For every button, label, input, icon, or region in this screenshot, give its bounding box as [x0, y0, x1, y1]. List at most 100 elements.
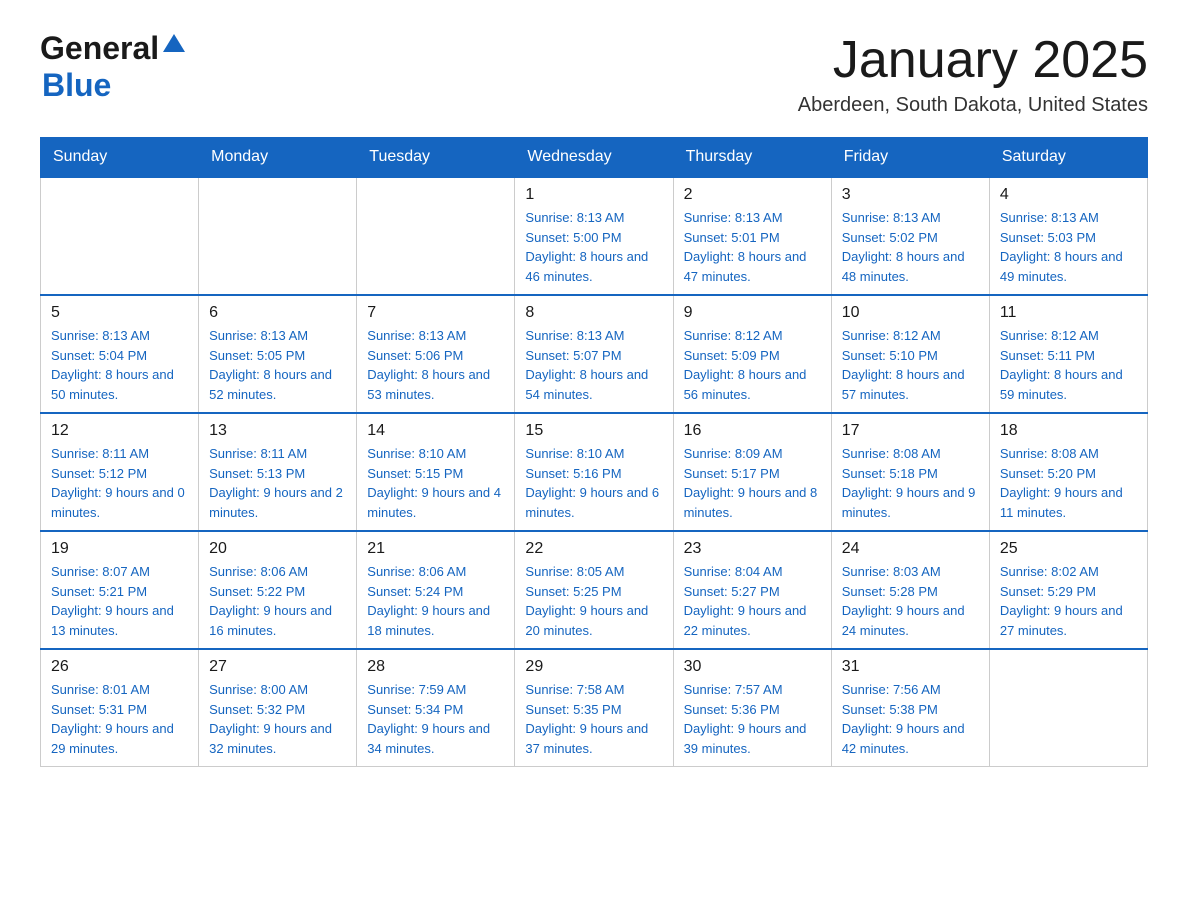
day-info: Sunrise: 8:13 AMSunset: 5:03 PMDaylight:…	[1000, 208, 1137, 286]
day-of-week-header: Monday	[199, 138, 357, 178]
day-number: 26	[51, 658, 188, 676]
day-info: Sunrise: 8:09 AMSunset: 5:17 PMDaylight:…	[684, 444, 821, 522]
day-number: 4	[1000, 186, 1137, 204]
calendar-subtitle: Aberdeen, South Dakota, United States	[798, 94, 1148, 117]
week-row: 12 Sunrise: 8:11 AMSunset: 5:12 PMDayligh…	[41, 413, 1148, 531]
calendar-cell: 7Sunrise: 8:13 AMSunset: 5:06 PMDaylight…	[357, 295, 515, 413]
day-info: Sunrise: 8:01 AMSunset: 5:31 PMDaylight:…	[51, 680, 188, 758]
day-info: Sunrise: 8:13 AMSunset: 5:00 PMDaylight:…	[525, 208, 662, 286]
calendar-cell: 18 Sunrise: 8:08 AMSunset: 5:20 PMDayligh…	[989, 413, 1147, 531]
title-section: January 2025 Aberdeen, South Dakota, Uni…	[798, 30, 1148, 117]
calendar-cell: 31Sunrise: 7:56 AMSunset: 5:38 PMDayligh…	[831, 649, 989, 767]
day-info: Sunrise: 8:10 AMSunset: 5:15 PMDaylight:…	[367, 444, 504, 522]
day-info: Sunrise: 8:06 AMSunset: 5:22 PMDaylight:…	[209, 562, 346, 640]
calendar-cell: 26 Sunrise: 8:01 AMSunset: 5:31 PMDayligh…	[41, 649, 199, 767]
day-info: Sunrise: 8:13 AMSunset: 5:07 PMDaylight:…	[525, 326, 662, 404]
week-row: 1 Sunrise: 8:13 AMSunset: 5:00 PMDaylight…	[41, 177, 1148, 295]
day-number: 20	[209, 540, 346, 558]
calendar-cell: 23 Sunrise: 8:04 AMSunset: 5:27 PMDayligh…	[673, 531, 831, 649]
day-number: 29	[525, 658, 662, 676]
day-info: Sunrise: 7:57 AMSunset: 5:36 PMDaylight:…	[684, 680, 821, 758]
day-info: Sunrise: 8:04 AMSunset: 5:27 PMDaylight:…	[684, 562, 821, 640]
day-info: Sunrise: 8:07 AMSunset: 5:21 PMDaylight:…	[51, 562, 188, 640]
logo-blue-text: Blue	[42, 67, 111, 103]
day-info: Sunrise: 7:59 AMSunset: 5:34 PMDaylight:…	[367, 680, 504, 758]
day-info: Sunrise: 8:13 AMSunset: 5:04 PMDaylight:…	[51, 326, 188, 404]
calendar-cell: 10 Sunrise: 8:12 AMSunset: 5:10 PMDayligh…	[831, 295, 989, 413]
calendar-cell: 2Sunrise: 8:13 AMSunset: 5:01 PMDaylight…	[673, 177, 831, 295]
calendar-header-row: SundayMondayTuesdayWednesdayThursdayFrid…	[41, 138, 1148, 178]
day-info: Sunrise: 8:12 AMSunset: 5:10 PMDaylight:…	[842, 326, 979, 404]
calendar-cell: 20 Sunrise: 8:06 AMSunset: 5:22 PMDayligh…	[199, 531, 357, 649]
week-row: 26 Sunrise: 8:01 AMSunset: 5:31 PMDayligh…	[41, 649, 1148, 767]
logo-general-text: General	[40, 30, 159, 67]
logo-triangle-icon	[163, 34, 185, 52]
calendar-cell: 29 Sunrise: 7:58 AMSunset: 5:35 PMDayligh…	[515, 649, 673, 767]
day-info: Sunrise: 8:11 AMSunset: 5:12 PMDaylight:…	[51, 444, 188, 522]
day-number: 25	[1000, 540, 1137, 558]
day-number: 12	[51, 422, 188, 440]
calendar-cell: 25 Sunrise: 8:02 AMSunset: 5:29 PMDayligh…	[989, 531, 1147, 649]
day-info: Sunrise: 8:12 AMSunset: 5:09 PMDaylight:…	[684, 326, 821, 404]
calendar-cell: 15 Sunrise: 8:10 AMSunset: 5:16 PMDayligh…	[515, 413, 673, 531]
calendar-cell: 12 Sunrise: 8:11 AMSunset: 5:12 PMDayligh…	[41, 413, 199, 531]
day-info: Sunrise: 8:13 AMSunset: 5:05 PMDaylight:…	[209, 326, 346, 404]
day-of-week-header: Tuesday	[357, 138, 515, 178]
day-info: Sunrise: 8:13 AMSunset: 5:01 PMDaylight:…	[684, 208, 821, 286]
day-number: 9	[684, 304, 821, 322]
day-number: 3	[842, 186, 979, 204]
calendar-cell: 5 Sunrise: 8:13 AMSunset: 5:04 PMDaylight…	[41, 295, 199, 413]
calendar-cell: 24 Sunrise: 8:03 AMSunset: 5:28 PMDayligh…	[831, 531, 989, 649]
day-number: 24	[842, 540, 979, 558]
day-number: 28	[367, 658, 504, 676]
calendar-cell: 14 Sunrise: 8:10 AMSunset: 5:15 PMDayligh…	[357, 413, 515, 531]
day-number: 5	[51, 304, 188, 322]
calendar-cell: 1 Sunrise: 8:13 AMSunset: 5:00 PMDaylight…	[515, 177, 673, 295]
day-info: Sunrise: 8:05 AMSunset: 5:25 PMDaylight:…	[525, 562, 662, 640]
day-info: Sunrise: 8:03 AMSunset: 5:28 PMDaylight:…	[842, 562, 979, 640]
calendar-cell	[989, 649, 1147, 767]
day-number: 23	[684, 540, 821, 558]
day-number: 15	[525, 422, 662, 440]
calendar-cell: 21Sunrise: 8:06 AMSunset: 5:24 PMDayligh…	[357, 531, 515, 649]
calendar-cell	[41, 177, 199, 295]
calendar-cell: 3 Sunrise: 8:13 AMSunset: 5:02 PMDaylight…	[831, 177, 989, 295]
calendar-cell: 8 Sunrise: 8:13 AMSunset: 5:07 PMDaylight…	[515, 295, 673, 413]
day-number: 31	[842, 658, 979, 676]
day-number: 27	[209, 658, 346, 676]
day-of-week-header: Friday	[831, 138, 989, 178]
day-number: 1	[525, 186, 662, 204]
day-info: Sunrise: 8:13 AMSunset: 5:02 PMDaylight:…	[842, 208, 979, 286]
calendar-cell: 17 Sunrise: 8:08 AMSunset: 5:18 PMDayligh…	[831, 413, 989, 531]
day-number: 14	[367, 422, 504, 440]
day-info: Sunrise: 8:12 AMSunset: 5:11 PMDaylight:…	[1000, 326, 1137, 404]
day-info: Sunrise: 8:00 AMSunset: 5:32 PMDaylight:…	[209, 680, 346, 758]
calendar-cell: 11Sunrise: 8:12 AMSunset: 5:11 PMDayligh…	[989, 295, 1147, 413]
day-number: 8	[525, 304, 662, 322]
day-info: Sunrise: 7:58 AMSunset: 5:35 PMDaylight:…	[525, 680, 662, 758]
calendar-title: January 2025	[798, 30, 1148, 90]
day-number: 18	[1000, 422, 1137, 440]
day-number: 7	[367, 304, 504, 322]
logo: General Blue	[40, 30, 185, 104]
day-number: 30	[684, 658, 821, 676]
day-info: Sunrise: 8:06 AMSunset: 5:24 PMDaylight:…	[367, 562, 504, 640]
calendar-cell: 28 Sunrise: 7:59 AMSunset: 5:34 PMDayligh…	[357, 649, 515, 767]
day-number: 17	[842, 422, 979, 440]
week-row: 19 Sunrise: 8:07 AMSunset: 5:21 PMDayligh…	[41, 531, 1148, 649]
calendar-table: SundayMondayTuesdayWednesdayThursdayFrid…	[40, 137, 1148, 767]
day-info: Sunrise: 8:10 AMSunset: 5:16 PMDaylight:…	[525, 444, 662, 522]
day-info: Sunrise: 8:08 AMSunset: 5:18 PMDaylight:…	[842, 444, 979, 522]
calendar-cell	[357, 177, 515, 295]
day-info: Sunrise: 8:08 AMSunset: 5:20 PMDaylight:…	[1000, 444, 1137, 522]
day-number: 13	[209, 422, 346, 440]
day-of-week-header: Thursday	[673, 138, 831, 178]
day-number: 16	[684, 422, 821, 440]
day-info: Sunrise: 8:02 AMSunset: 5:29 PMDaylight:…	[1000, 562, 1137, 640]
calendar-cell: 30 Sunrise: 7:57 AMSunset: 5:36 PMDayligh…	[673, 649, 831, 767]
day-number: 19	[51, 540, 188, 558]
day-number: 10	[842, 304, 979, 322]
calendar-cell	[199, 177, 357, 295]
calendar-cell: 9 Sunrise: 8:12 AMSunset: 5:09 PMDaylight…	[673, 295, 831, 413]
calendar-cell: 6Sunrise: 8:13 AMSunset: 5:05 PMDaylight…	[199, 295, 357, 413]
